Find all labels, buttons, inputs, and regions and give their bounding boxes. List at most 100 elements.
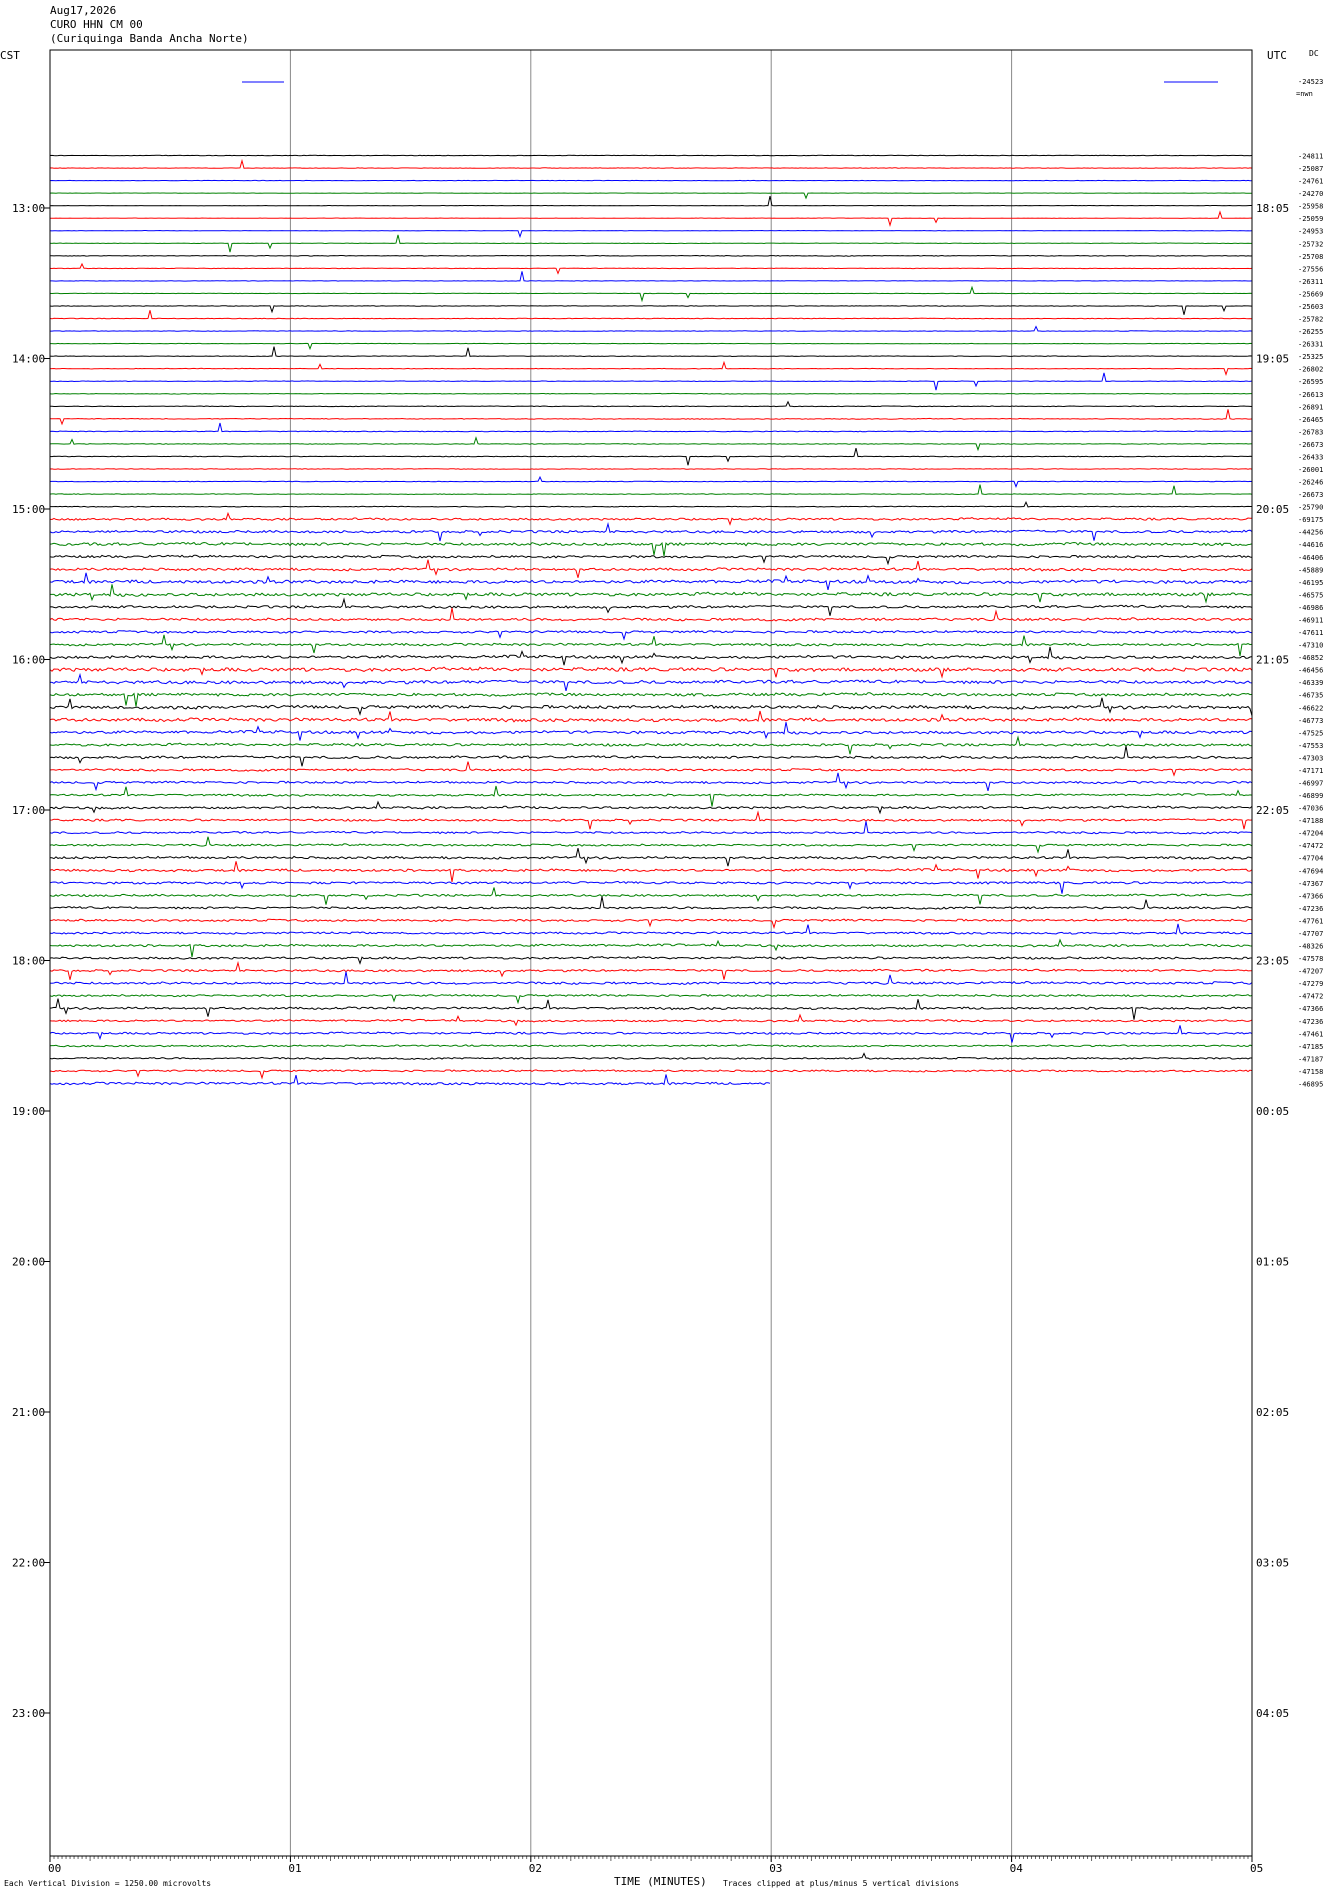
- trace-offset-label: -25958: [1298, 203, 1323, 211]
- seismic-trace: [49, 1074, 771, 1086]
- seismic-trace: [49, 285, 1253, 303]
- seismic-trace: [49, 475, 1253, 488]
- axis-labels: 00 01 02 03 04 05 13:00 14:00 15:00 16:00 17:00 18:…: [12, 78, 1323, 1875]
- seismic-trace: [49, 154, 1253, 157]
- scale-value-label: -24523: [1298, 78, 1323, 86]
- clip-note: Traces clipped at plus/minus 5 vertical …: [723, 1879, 960, 1888]
- trace-offset-label: -25782: [1298, 316, 1323, 324]
- trace-offset-label: -46895: [1298, 1080, 1323, 1088]
- trace-offset-label: -25087: [1298, 165, 1323, 173]
- seismic-trace: [49, 993, 1253, 1005]
- trace-offset-label: -46735: [1298, 692, 1323, 700]
- trace-offset-label: -47761: [1298, 917, 1323, 925]
- seismic-trace: [49, 800, 1253, 815]
- left-hour-label: 17:00: [12, 804, 45, 817]
- trace-offset-label: -25669: [1298, 290, 1323, 298]
- seismic-trace: [49, 522, 1253, 542]
- seismic-trace: [49, 630, 1253, 641]
- seismic-trace: [49, 785, 1253, 807]
- trace-offset-label: -47171: [1298, 767, 1323, 775]
- trace-offset-label: -46997: [1298, 780, 1323, 788]
- left-hour-label: 18:00: [12, 955, 45, 968]
- trace-offset-label: -47303: [1298, 754, 1323, 762]
- seismic-trace: [50, 342, 1253, 351]
- seismic-trace: [49, 634, 1253, 657]
- trace-offset-label: -46339: [1298, 679, 1323, 687]
- seismic-trace: [50, 325, 1253, 332]
- right-hour-label: 21:05: [1256, 654, 1289, 667]
- trace-offset-label: -44616: [1298, 541, 1323, 549]
- trace-offset-label: -26246: [1298, 479, 1323, 487]
- seismic-trace: [49, 861, 1253, 882]
- seismic-trace: [49, 1013, 1253, 1027]
- seismic-trace: [49, 541, 1253, 557]
- seismic-trace: [50, 254, 1253, 257]
- trace-offset-label: -47187: [1298, 1055, 1323, 1063]
- x-tick-label: 03: [769, 1862, 782, 1875]
- trace-offset-label: -26613: [1298, 391, 1323, 399]
- seismic-trace: [49, 847, 1253, 867]
- seismic-trace: [49, 710, 1253, 723]
- seismic-trace: [49, 392, 1252, 395]
- trace-offset-label: -25790: [1298, 504, 1323, 512]
- trace-offset-label: -26255: [1298, 328, 1323, 336]
- trace-offset-label: -69175: [1298, 516, 1323, 524]
- seismic-trace: [49, 511, 1253, 526]
- seismic-trace: [50, 918, 1253, 930]
- trace-offset-label: -25603: [1298, 303, 1323, 311]
- trace-offset-label: -26001: [1298, 466, 1323, 474]
- trace-offset-label: -24761: [1298, 178, 1323, 186]
- trace-offset-label: -47707: [1298, 930, 1323, 938]
- right-hour-label: 18:05: [1256, 202, 1289, 215]
- trace-offset-label: -47236: [1298, 1018, 1323, 1026]
- seismic-trace: [49, 692, 1253, 707]
- trace-offset-label: -47694: [1298, 867, 1323, 875]
- seismic-trace: [49, 896, 1252, 910]
- x-axis-title: TIME (MINUTES): [614, 1875, 707, 1888]
- trace-offset-label: -46195: [1298, 579, 1323, 587]
- seismic-trace: [49, 772, 1253, 792]
- trace-offset-label: -26673: [1298, 491, 1323, 499]
- seismic-trace: [49, 436, 1253, 452]
- trace-offset-label: -25732: [1298, 240, 1323, 248]
- trace-offset-label: -46986: [1298, 604, 1323, 612]
- seismic-trace: [49, 960, 1252, 980]
- trace-offset-label: -47611: [1298, 629, 1323, 637]
- trace-offset-label: -47553: [1298, 742, 1323, 750]
- seismic-trace: [49, 310, 1253, 320]
- trace-offset-label: -47704: [1298, 855, 1323, 863]
- seismic-trace: [50, 584, 1253, 604]
- right-hour-label: 03:05: [1256, 1557, 1289, 1570]
- right-hour-label: 00:05: [1256, 1105, 1289, 1118]
- trace-offset-label: -26673: [1298, 441, 1323, 449]
- seismic-trace: [49, 880, 1253, 894]
- seismic-trace: [49, 998, 1253, 1020]
- trace-offset-label: -47472: [1298, 842, 1323, 850]
- trace-offset-label: -25325: [1298, 353, 1323, 361]
- trace-offset-label: -45889: [1298, 566, 1323, 574]
- seismic-trace: [49, 305, 1253, 315]
- x-tick-label: 05: [1250, 1862, 1263, 1875]
- trace-offset-label: -26802: [1298, 366, 1323, 374]
- seismic-trace: [49, 158, 1253, 169]
- seismic-trace: [49, 262, 1253, 275]
- trace-offset-label: -46911: [1298, 616, 1323, 624]
- trace-offset-label: -24270: [1298, 190, 1323, 198]
- seismic-trace: [49, 697, 1253, 717]
- trace-offset-label: -26595: [1298, 378, 1323, 386]
- trace-offset-label: -46773: [1298, 717, 1323, 725]
- trace-offset-label: -44256: [1298, 529, 1323, 537]
- right-hour-label: 01:05: [1256, 1256, 1289, 1269]
- seismic-trace: [49, 554, 1253, 566]
- seismic-trace: [49, 229, 1253, 239]
- left-hour-label: 14:00: [12, 353, 45, 366]
- trace-offset-label: -48326: [1298, 943, 1323, 951]
- seismic-trace: [49, 559, 1253, 578]
- seismic-trace: [49, 1069, 1253, 1080]
- seismic-trace: [50, 409, 1253, 426]
- seismic-trace: [49, 722, 1253, 741]
- trace-offset-label: -47236: [1298, 905, 1323, 913]
- seismic-trace: [49, 1044, 1253, 1048]
- trace-offset-label: -26783: [1298, 428, 1323, 436]
- seismic-trace: [49, 836, 1253, 854]
